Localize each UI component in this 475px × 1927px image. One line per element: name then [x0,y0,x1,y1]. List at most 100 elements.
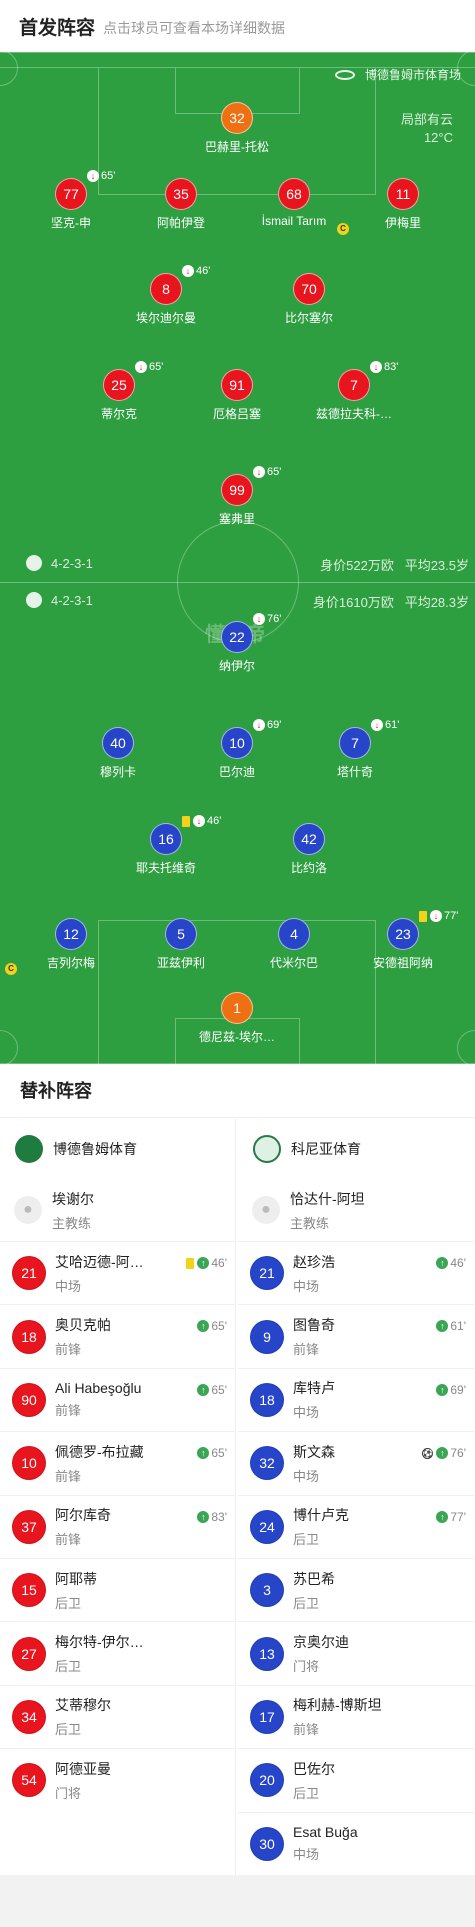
player-name: Esat Buğa [293,1824,358,1841]
away-player[interactable]: 1 德尼兹-埃尔… [177,992,297,1045]
home-player[interactable]: 25 ↓ 65' 蒂尔克 [59,361,179,422]
player-name: 阿帕伊登 [156,216,205,230]
away-player[interactable]: 22 ↓ 76' 纳伊尔 [177,613,297,674]
sub-row[interactable]: 32 斯文森 中场 ⚽ ↑ 76' [238,1431,474,1494]
shirt-number: 23 [387,918,419,950]
venue-name: 博德鲁姆市体育场 [364,68,461,82]
sub-minute: 65' [101,170,116,182]
home-player[interactable]: 7 ↓ 83' 兹德拉夫科-… [294,361,414,422]
player-position: 门将 [293,1659,320,1675]
shirt-number: 17 [250,1699,284,1734]
sub-row[interactable]: 18 奥贝克帕 前锋 ↑ 65' [0,1304,235,1367]
sub-row[interactable]: 24 博什卢克 后卫 ↑ 77' [238,1494,474,1558]
home-player[interactable]: 77 ↓ 65' 坚克-申 [11,170,131,231]
yellow-card-icon [182,815,190,827]
player-name: 纳伊尔 [218,659,255,673]
shirt-number: 9 [250,1319,284,1354]
sub-row[interactable]: 34 艾蒂穆尔 后卫 [0,1684,235,1748]
away-player[interactable]: 42 比约洛 [249,823,369,876]
sub-minute: 46' [211,1256,227,1270]
sub-row[interactable]: 13 京奥尔迪 门将 [238,1621,474,1684]
away-player[interactable]: 7 ↓ 61' 塔什奇 [295,719,415,780]
shirt-number: 25 [103,369,135,401]
sub-row[interactable]: 18 库特卢 中场 ↑ 69' [238,1367,474,1431]
away-player[interactable]: 4 代米尔巴 [234,918,354,971]
sub-row[interactable]: 20 巴佐尔 后卫 [238,1748,474,1811]
away-value: 身价1610万欧 平均28.3岁 [312,595,469,610]
stadium-icon [334,69,355,80]
player-name: 安德祖阿纳 [372,956,433,970]
goal-icon: ⚽ [422,1447,434,1459]
home-player[interactable]: 32 巴赫里-托松 [177,102,297,155]
home-player[interactable]: 68 İsmail Tarım [234,178,354,228]
player-name: 梅利赫-博斯坦 [293,1697,382,1714]
sub-marker: ↓ 76' [253,613,281,625]
person-icon: ● [14,1196,42,1224]
sub-in-icon: ↑ [197,1257,210,1269]
person-icon: ● [252,1196,280,1224]
sub-row[interactable]: 10 佩德罗-布拉藏 前锋 ↑ 65' [0,1431,235,1494]
shirt-number: 42 [293,823,325,855]
sub-in-icon: ↑ [197,1447,210,1460]
away-player[interactable]: 10 ↓ 69' 巴尔迪 [177,719,297,780]
sub-minute: 77' [444,910,459,922]
shirt-number: 40 [102,727,134,759]
shirt-number: 91 [221,369,253,401]
sub-row[interactable]: 21 赵珍浩 中场 ↑ 46' [238,1241,474,1304]
sub-minute: 69' [267,719,282,731]
sub-out-icon: ↓ [253,719,265,731]
shirt-number: 10 [221,727,253,759]
home-player[interactable]: 11 C 伊梅里 [337,178,463,235]
player-position: 后卫 [55,1595,82,1611]
home-team[interactable]: 博德鲁姆体育 [0,1119,235,1179]
sub-row[interactable]: 9 图鲁奇 前锋 ↑ 61' [238,1304,474,1367]
sub-row[interactable]: 27 梅尔特-伊尔… 后卫 [0,1621,235,1684]
pitch: 懂球帝 博德鲁姆市体育场 局部有云12°C 4-2-3-1 身价522万欧 平均… [0,52,475,1064]
home-player[interactable]: 8 ↓ 46' 埃尔迪尔曼 [106,265,226,326]
sub-minute: 65' [267,466,282,478]
sub-row[interactable]: 37 阿尔库奇 前锋 ↑ 83' [0,1494,235,1558]
away-player[interactable]: 40 穆列卡 [58,727,178,780]
home-player[interactable]: 99 ↓ 65' 塞弗里 [177,466,297,527]
away-team[interactable]: 科尼亚体育 [238,1119,474,1179]
away-player[interactable]: 5 亚兹伊利 [121,918,241,971]
sub-minute: 83' [384,361,399,373]
sub-out-icon: ↓ [370,361,382,373]
sub-row[interactable]: 30 Esat Buğa 中场 [238,1811,474,1875]
player-name: 吉列尔梅 [46,956,95,970]
away-player[interactable]: 23 ↓ 77' 安德祖阿纳 [343,910,463,971]
sub-row[interactable]: 15 阿耶蒂 后卫 [0,1557,235,1621]
sub-row[interactable]: 90 Ali Habeşoğlu 前锋 ↑ 65' [0,1367,235,1431]
sub-row[interactable]: 54 阿德亚曼 门将 [0,1748,235,1811]
sub-in-icon: ↑ [436,1383,449,1396]
player-position: 后卫 [293,1785,320,1801]
home-player[interactable]: 35 阿帕伊登 [121,178,241,231]
sub-minute: 83' [211,1509,227,1524]
player-name: 比约洛 [290,861,327,875]
sub-minute: 46' [207,815,222,827]
player-position: 前锋 [55,1468,82,1484]
shirt-number: 37 [12,1509,46,1544]
home-player[interactable]: 70 比尔塞尔 [249,273,369,326]
away-player[interactable]: 16 ↓ 46' 耶夫托维奇 [106,815,226,876]
player-name: 博什卢克 [293,1507,349,1524]
shirt-number: 35 [165,178,197,210]
away-subs-column: 科尼亚体育 ● 恰达什-阿坦 主教练 21 赵珍浩 中场 ↑ 46' 9 图鲁奇 前锋 ↑ 61' 18… [238,1119,474,1875]
venue: 博德鲁姆市体育场 [334,66,461,83]
sub-row[interactable]: 21 艾哈迈德-阿… 中场 ↑ 46' [0,1241,235,1304]
away-coach[interactable]: ● 恰达什-阿坦 主教练 [238,1179,474,1241]
shirt-number: 18 [12,1319,46,1354]
player-name: 阿德亚曼 [55,1760,111,1777]
player-name: 穆列卡 [99,765,136,779]
home-coach[interactable]: ● 埃谢尔 主教练 [0,1179,235,1241]
sub-in-marker: ↑ 65' [197,1446,227,1460]
home-player[interactable]: 91 厄格吕塞 [177,369,297,422]
away-player[interactable]: 12 C 吉列尔梅 [5,918,131,975]
sub-marker: ↓ 46' [182,815,221,827]
sub-row[interactable]: 17 梅利赫-博斯坦 前锋 [238,1684,474,1748]
sub-row[interactable]: 3 苏巴希 后卫 [238,1557,474,1621]
player-position: 后卫 [55,1659,82,1675]
sub-out-icon: ↓ [253,466,265,478]
shirt-number: 77 [55,178,87,210]
sub-in-marker: ⚽ ↑ 76' [422,1446,466,1460]
